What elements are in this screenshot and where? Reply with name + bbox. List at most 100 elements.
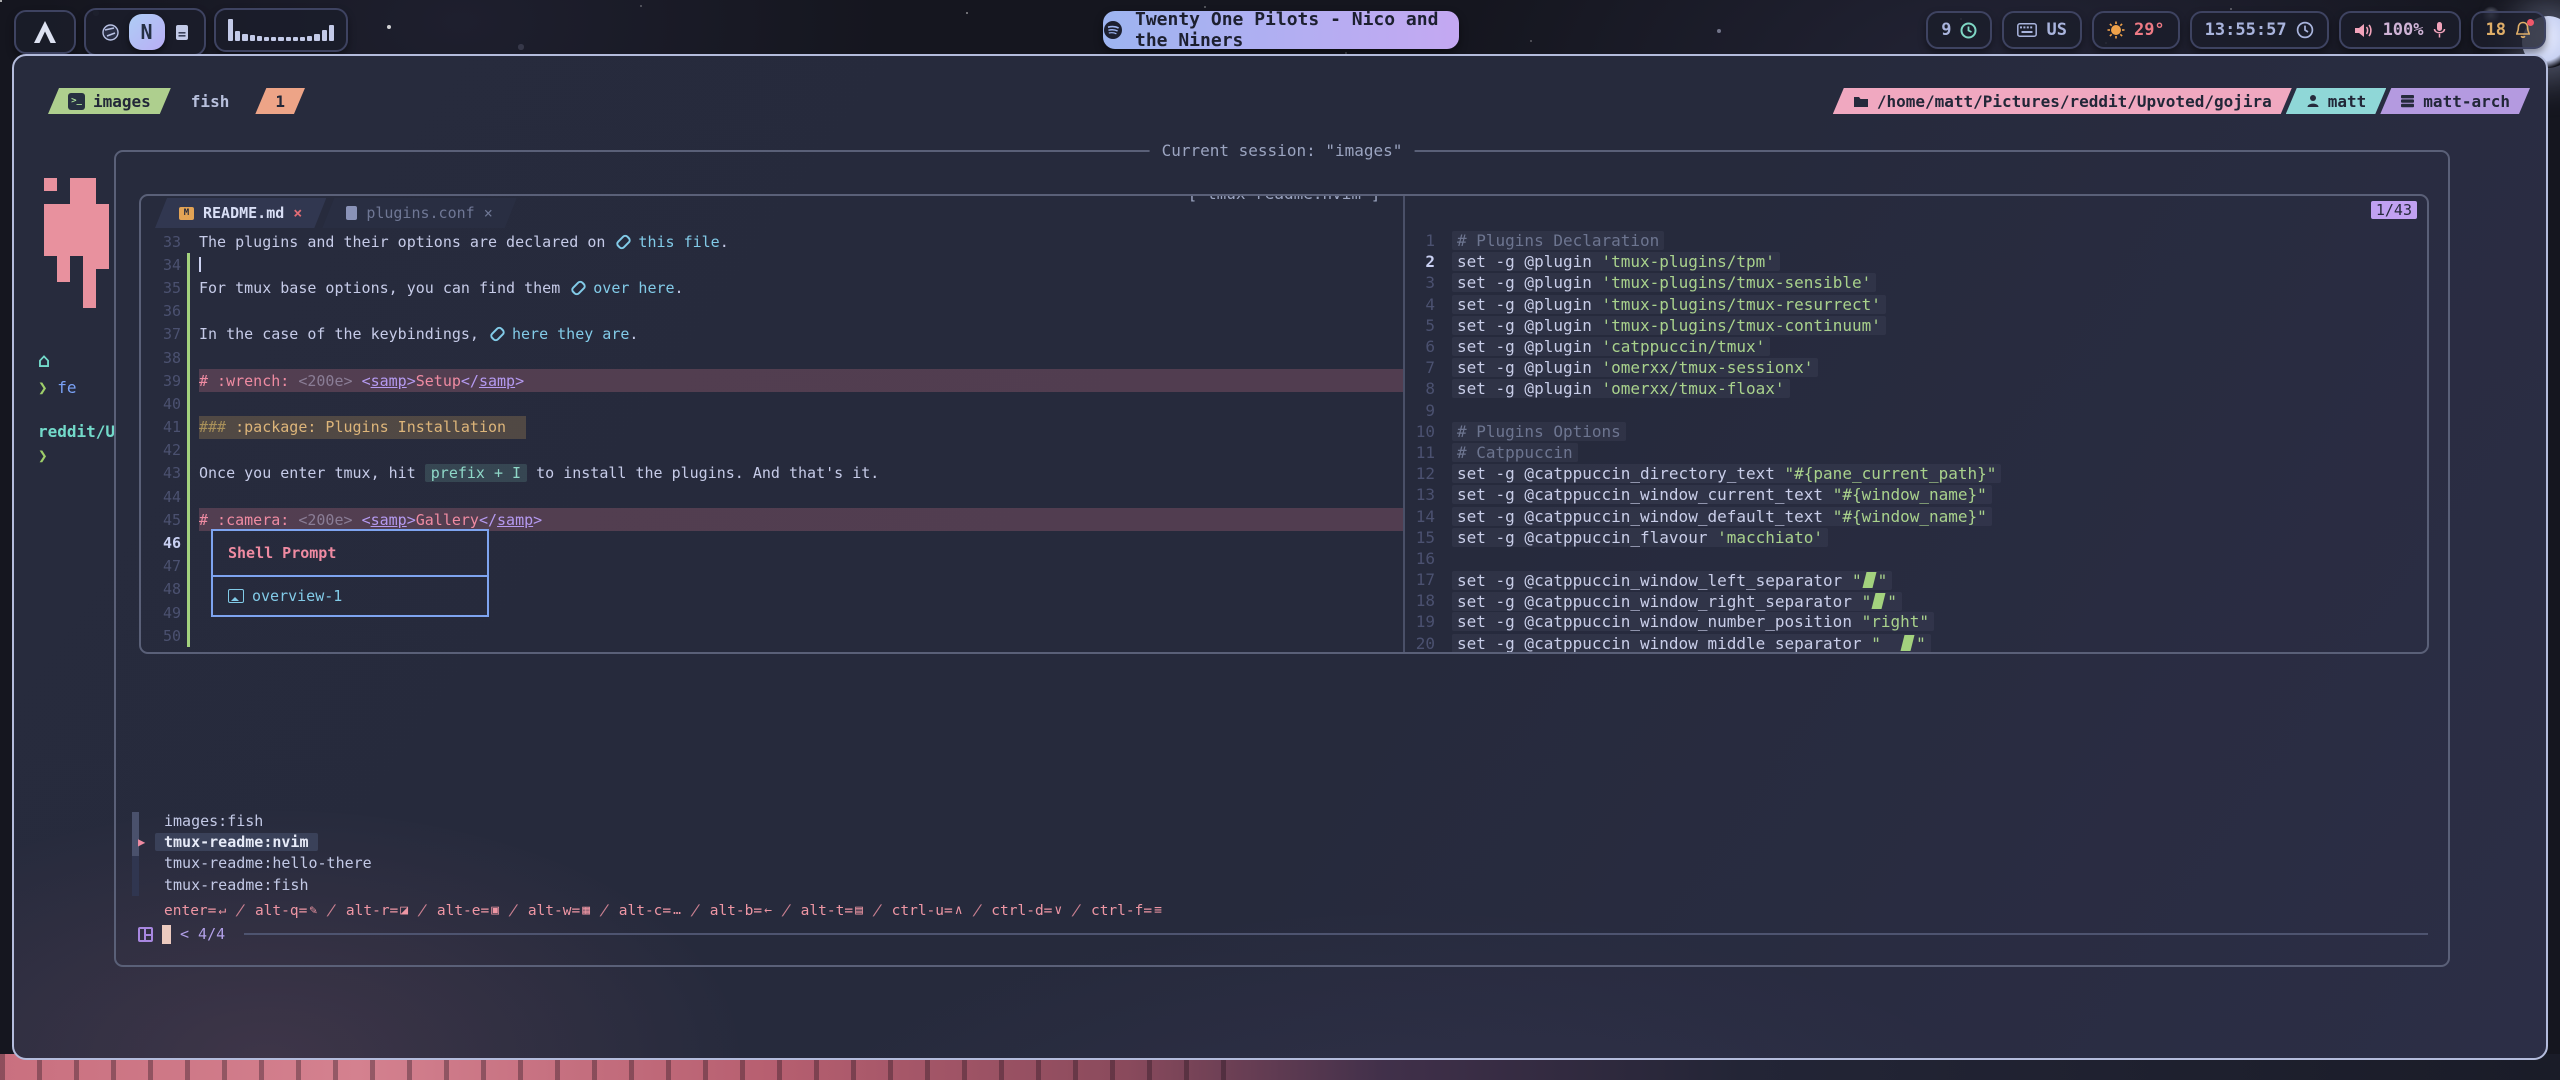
search-prompt[interactable]: < 4/4: [130, 925, 2434, 944]
buffer-line: 39# :wrench: <200e> <samp>Setup</samp>: [141, 369, 1403, 392]
code-token: <: [362, 511, 371, 529]
sessionx-popup: Current session: "images" [ tmux-readme:…: [114, 150, 2450, 967]
line-number: 44: [141, 488, 181, 506]
audio-visualizer[interactable]: [214, 8, 348, 52]
shell-command: fe: [57, 378, 76, 397]
buffer-line: 14set -g @catppuccin_window_default_text…: [1405, 505, 2427, 526]
code-token: set -g @plugin: [1457, 316, 1602, 335]
line-number: 1: [1405, 231, 1435, 250]
audio-widget[interactable]: 100%: [2339, 11, 2461, 49]
tmux-current-path: /home/matt/Pictures/reddit/Upvoted/gojir…: [1877, 92, 2272, 111]
line-text: set -g @catppuccin_window_default_text "…: [1452, 507, 1992, 526]
visualizer-bar: [293, 37, 298, 41]
clock-widget[interactable]: 13:55:57: [2190, 11, 2329, 49]
visualizer-bar: [300, 37, 305, 41]
terminal-window: >_ images fish 1 /home/matt/Pictures/red…: [12, 54, 2548, 1060]
buffer-line: 36: [141, 300, 1403, 323]
session-list-item[interactable]: tmux-readme:fish: [130, 874, 2434, 895]
code-token: set -g @plugin: [1457, 337, 1602, 356]
tmux-session-tab[interactable]: >_ images: [48, 88, 171, 114]
tmux-session-name: images: [93, 92, 151, 111]
media-player-widget[interactable]: Twenty One Pilots - Nico and the Niners: [1103, 11, 1459, 49]
tmux-window-index[interactable]: 1: [255, 88, 305, 114]
line-text: set -g @catppuccin_window_left_separator…: [1452, 570, 1892, 590]
line-text: # :camera: <200e> <samp>Gallery</samp>: [199, 508, 1403, 531]
visualizer-bar: [314, 34, 319, 41]
session-name: tmux-readme:fish: [164, 876, 309, 894]
bell-icon[interactable]: [2515, 21, 2531, 39]
tab-plugins-conf[interactable]: plugins.conf ×: [322, 198, 516, 228]
heading-highlight: # :wrench: <200e> <samp>Setup</samp>: [199, 369, 1403, 392]
taskbar-apps[interactable]: N: [84, 8, 206, 56]
code-token: set -g @plugin: [1457, 295, 1602, 314]
git-added-bar: [187, 555, 190, 578]
visualizer-bar: [271, 37, 276, 41]
markdown-link[interactable]: here they are: [488, 325, 629, 343]
hint-separator: /: [780, 903, 792, 919]
hint-action-icon: ✎: [309, 903, 317, 918]
separator-glyph: [1862, 572, 1876, 588]
buffer-line: 4set -g @plugin 'tmux-plugins/tmux-resur…: [1405, 294, 2427, 315]
line-text: set -g @catppuccin_directory_text "#{pan…: [1452, 464, 2001, 483]
server-icon: [2400, 94, 2415, 108]
tab-readme[interactable]: M README.md ×: [155, 198, 326, 228]
code-token: samp: [497, 511, 533, 529]
position-indicator: 1/43: [2371, 201, 2417, 219]
hint-action-icon: ▦: [582, 903, 590, 918]
line-text: # Catppuccin: [1452, 443, 1578, 462]
buffer-line: 45# :camera: <200e> <samp>Gallery</samp>: [141, 508, 1403, 531]
code-text: set -g @plugin 'catppuccin/tmux': [1452, 337, 1770, 356]
session-list-item[interactable]: ▶tmux-readme:nvim: [130, 831, 2434, 852]
git-added-bar: [187, 276, 190, 299]
tmux-user: matt: [2328, 92, 2367, 111]
wallpaper-stars: [0, 0, 2, 2]
line-number: 35: [141, 279, 181, 297]
line-text: [199, 624, 1403, 647]
line-number: 13: [1405, 485, 1435, 504]
code-token: ": [1878, 571, 1888, 590]
launcher-button[interactable]: [14, 10, 76, 54]
hint-action-icon: ↵: [218, 903, 226, 918]
heading-highlight: ### :package: Plugins Installation: [199, 416, 526, 439]
hint-action-icon: ▣: [491, 903, 499, 918]
code-token: Gallery: [416, 511, 479, 529]
code-token: .: [720, 233, 729, 251]
line-text: set -g @plugin 'tmux-plugins/tmux-sensib…: [1452, 273, 1876, 292]
markdown-link[interactable]: this file: [614, 233, 719, 251]
folder-icon: [1853, 95, 1869, 108]
readme-pane: M README.md × plugins.conf ×: [141, 196, 1403, 652]
hint-separator: /: [871, 903, 883, 919]
session-list-item[interactable]: images:fish: [130, 810, 2434, 831]
code-token: # Plugins Options: [1457, 422, 1621, 441]
keybinding-hints: enter=↵/alt-q=✎/alt-r=◪/alt-e=▣/alt-w=▦/…: [130, 903, 2434, 919]
text-cursor: [162, 925, 171, 944]
weather-widget[interactable]: 29°: [2092, 11, 2180, 49]
document-icon[interactable]: [175, 24, 189, 41]
code-text: set -g @catppuccin_window_current_text "…: [1452, 485, 1992, 504]
close-icon[interactable]: ×: [293, 204, 302, 222]
git-added-bar: [187, 439, 190, 462]
visualizer-bar: [329, 25, 334, 41]
neovim-icon[interactable]: N: [129, 14, 165, 50]
browser-globe-icon[interactable]: [102, 24, 119, 41]
keyboard-layout-widget[interactable]: US: [2002, 11, 2081, 49]
code-token: Setup: [416, 372, 461, 390]
code-token: prefix + I: [425, 464, 527, 482]
tmux-window-name[interactable]: fish: [191, 92, 230, 111]
date-widget[interactable]: 18: [2471, 11, 2546, 49]
updates-widget[interactable]: 9: [1926, 11, 1992, 49]
hint-separator: /: [689, 903, 701, 919]
line-number: 2: [1405, 252, 1435, 271]
line-number: 38: [141, 349, 181, 367]
code-token: 'tmux-plugins/tmux-resurrect': [1602, 295, 1881, 314]
close-icon[interactable]: ×: [484, 204, 493, 222]
buffer-line: 37In the case of the keybindings, here t…: [141, 323, 1403, 346]
markdown-link[interactable]: over here: [569, 279, 674, 297]
arch-logo-icon: [32, 20, 58, 44]
speaker-icon: [2354, 22, 2374, 39]
hint-key: alt-c=: [619, 903, 671, 919]
session-list-item[interactable]: tmux-readme:hello-there: [130, 853, 2434, 874]
line-text: The plugins and their options are declar…: [199, 230, 1403, 253]
code-token: </: [461, 372, 479, 390]
sessionx-grid-icon: [138, 927, 153, 942]
